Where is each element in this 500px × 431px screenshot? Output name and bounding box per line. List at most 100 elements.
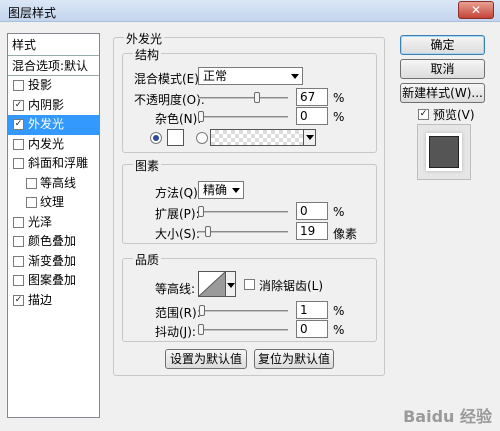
styles-header[interactable]: 样式 — [8, 34, 99, 56]
styles-list: 样式 混合选项:默认 投影 ✓ 内阴影 ✓ 外发光 内发光 斜面和浮雕 等高线 纹理 光泽 颜色叠加… — [7, 33, 100, 418]
style-item-label: 颜色叠加 — [28, 234, 77, 248]
method-label: 方法(Q): — [155, 186, 202, 200]
noise-input[interactable]: 0 — [296, 107, 328, 125]
style-item-checkbox[interactable]: ✓ — [13, 119, 24, 130]
noise-label: 杂色(N): — [155, 112, 202, 126]
opacity-slider[interactable] — [198, 92, 288, 103]
gradient-radio[interactable] — [196, 132, 208, 144]
style-item[interactable]: 图案叠加 — [8, 271, 99, 291]
style-item-checkbox[interactable] — [13, 158, 24, 169]
cancel-button[interactable]: 取消 — [400, 59, 485, 79]
size-input[interactable]: 19 — [296, 222, 328, 240]
size-label: 大小(S): — [155, 227, 201, 241]
noise-slider-thumb[interactable] — [198, 111, 204, 122]
range-slider[interactable] — [198, 305, 288, 316]
preview-square — [429, 136, 459, 168]
jitter-unit: % — [333, 323, 345, 337]
blend-mode-value: 正常 — [203, 69, 228, 83]
set-default-button[interactable]: 设置为默认值 — [165, 349, 247, 369]
chevron-down-icon — [227, 283, 235, 288]
outer-glow-title: 外发光 — [124, 30, 165, 47]
style-item-checkbox[interactable] — [13, 80, 24, 91]
style-item-checkbox[interactable] — [13, 236, 24, 247]
style-item[interactable]: ✓ 描边 — [8, 291, 99, 311]
style-item[interactable]: 颜色叠加 — [8, 232, 99, 252]
title-bar: 图层样式 ✕ — [0, 0, 500, 22]
opacity-unit: % — [333, 91, 345, 105]
opacity-slider-thumb[interactable] — [254, 92, 260, 103]
jitter-input[interactable]: 0 — [296, 320, 328, 338]
method-value: 精确 — [203, 183, 228, 197]
style-item[interactable]: 斜面和浮雕 — [8, 154, 99, 174]
style-item[interactable]: ✓ 外发光 — [8, 115, 99, 135]
antialias-label: 消除锯齿(L) — [259, 279, 324, 293]
antialias-checkbox[interactable] — [244, 279, 255, 290]
style-item[interactable]: 光泽 — [8, 213, 99, 233]
quality-title: 品质 — [133, 251, 162, 268]
contour-curve-icon — [199, 272, 225, 296]
range-label: 范围(R): — [155, 306, 201, 320]
contour-picker[interactable] — [198, 271, 226, 297]
style-item-label: 光泽 — [28, 214, 53, 229]
jitter-slider[interactable] — [198, 324, 288, 335]
method-select[interactable]: 精确 — [198, 181, 244, 199]
style-item-checkbox[interactable]: ✓ — [13, 294, 24, 306]
opacity-input[interactable]: 67 — [296, 88, 328, 106]
contour-dropdown[interactable] — [226, 271, 236, 297]
style-item-label: 斜面和浮雕 — [28, 156, 89, 170]
range-input[interactable]: 1 — [296, 301, 328, 319]
style-item[interactable]: 内发光 — [8, 135, 99, 155]
contour-label: 等高线: — [155, 282, 196, 296]
gradient-dropdown[interactable] — [303, 130, 315, 145]
spread-unit: % — [333, 205, 345, 219]
style-item-checkbox[interactable] — [13, 138, 24, 150]
spread-slider[interactable] — [198, 206, 288, 217]
style-item-checkbox[interactable] — [13, 275, 24, 286]
spread-label: 扩展(P): — [155, 207, 200, 221]
jitter-slider-thumb[interactable] — [198, 324, 204, 335]
style-item-checkbox[interactable] — [26, 197, 37, 208]
style-item[interactable]: 投影 — [8, 76, 99, 96]
window-title: 图层样式 — [8, 6, 57, 20]
layer-style-dialog: 图层样式 ✕ 样式 混合选项:默认 投影 ✓ 内阴影 ✓ 外发光 内发光 斜面和浮雕 等高线纹… — [0, 0, 500, 431]
spread-slider-thumb[interactable] — [198, 206, 204, 217]
style-item-label: 外发光 — [28, 117, 65, 131]
style-item-label: 投影 — [28, 78, 53, 92]
chevron-down-icon — [291, 74, 299, 79]
gradient-swatch[interactable] — [210, 129, 316, 146]
style-item[interactable]: 渐变叠加 — [8, 252, 99, 272]
preview-checkbox[interactable]: ✓ — [418, 109, 429, 120]
preview-label: 预览(V) — [433, 108, 475, 122]
new-style-button[interactable]: 新建样式(W)... — [400, 83, 485, 103]
ok-button[interactable]: 确定 — [400, 35, 485, 55]
style-item-checkbox[interactable]: ✓ — [13, 99, 24, 111]
size-unit: 像素 — [333, 227, 358, 241]
size-slider[interactable] — [198, 226, 288, 237]
style-item-checkbox[interactable] — [13, 255, 24, 267]
preview-glow — [426, 133, 462, 171]
style-item-checkbox[interactable] — [13, 216, 24, 228]
style-item[interactable]: 等高线 — [8, 174, 99, 194]
style-item-label: 纹理 — [40, 195, 65, 209]
blend-mode-select[interactable]: 正常 — [198, 67, 303, 85]
blend-options-item[interactable]: 混合选项:默认 — [8, 56, 99, 76]
style-item-label: 渐变叠加 — [28, 253, 77, 268]
reset-default-button[interactable]: 复位为默认值 — [254, 349, 334, 369]
close-button[interactable]: ✕ — [458, 1, 494, 19]
size-slider-thumb[interactable] — [205, 226, 211, 237]
elements-title: 图素 — [133, 157, 162, 174]
style-item[interactable]: 纹理 — [8, 193, 99, 213]
solid-color-radio[interactable] — [150, 132, 162, 144]
spread-input[interactable]: 0 — [296, 202, 328, 220]
style-item[interactable]: ✓ 内阴影 — [8, 96, 99, 116]
noise-slider[interactable] — [198, 111, 288, 122]
opacity-label: 不透明度(O): — [134, 93, 205, 107]
style-preview — [417, 124, 471, 180]
range-slider-thumb[interactable] — [199, 305, 205, 316]
watermark: Baidu 经验 — [403, 407, 492, 426]
blend-mode-label: 混合模式(E): — [134, 72, 203, 86]
chevron-down-icon — [232, 188, 240, 193]
glow-color-swatch[interactable] — [167, 129, 184, 146]
style-item-checkbox[interactable] — [26, 177, 37, 189]
style-item-label: 图案叠加 — [28, 273, 77, 287]
